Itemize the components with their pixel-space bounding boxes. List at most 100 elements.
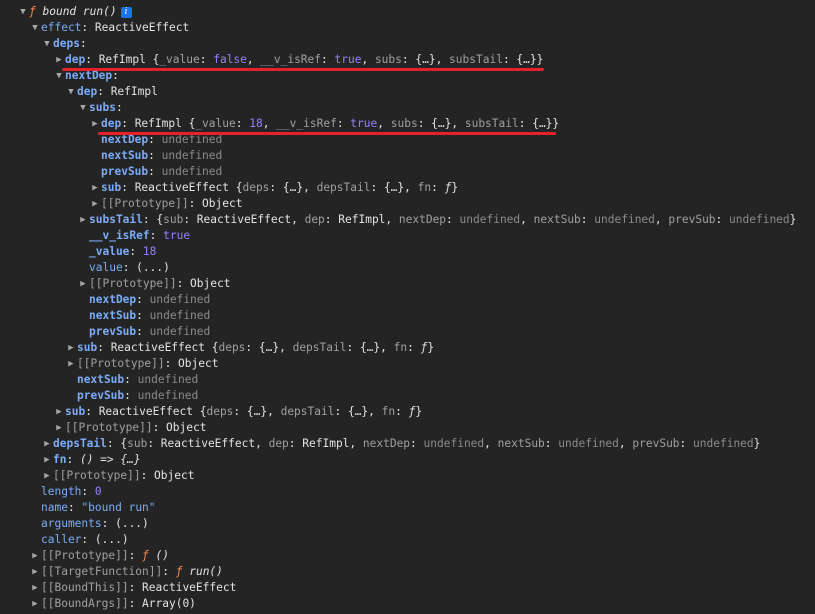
tree-row[interactable]: ▶ dep: RefImpl {_value: false, __v_isRef:… — [0, 52, 796, 68]
collapsed-arrow-icon[interactable]: ▶ — [89, 116, 101, 132]
tree-row[interactable]: ▶ sub: ReactiveEffect {deps: {…}, depsTai… — [0, 340, 796, 356]
token-undef: undefined — [149, 309, 211, 322]
tree-row[interactable]: ▶ dep: RefImpl {_value: 18, __v_isRef: tr… — [0, 116, 796, 132]
tree-row[interactable]: ▶ [[Prototype]]: ƒ () — [0, 548, 796, 564]
token-preview: : — [124, 373, 138, 386]
collapsed-arrow-icon[interactable]: ▶ — [53, 52, 65, 68]
token-preview: : {…}, — [346, 341, 394, 354]
token-key-dim: [[BoundArgs]] — [41, 597, 129, 610]
token-key-dim: depsTail — [280, 405, 335, 418]
token-key-own: prevSub — [101, 165, 149, 178]
collapsed-arrow-icon[interactable]: ▶ — [77, 276, 89, 292]
expanded-arrow-icon[interactable]: ▼ — [29, 20, 41, 36]
token-preview: : {…}, — [334, 405, 382, 418]
token-preview: : — [148, 149, 162, 162]
tree-row[interactable]: ▶ subsTail: {sub: ReactiveEffect, dep: Re… — [0, 212, 796, 228]
token-preview: : — [81, 485, 95, 498]
arrow-spacer — [65, 388, 77, 404]
expanded-arrow-icon[interactable]: ▼ — [77, 100, 89, 116]
tree-row[interactable]: ▶ [[Prototype]]: Object — [0, 420, 796, 436]
tree-row[interactable]: ▶ fn: () => {…} — [0, 452, 796, 468]
token-str: "bound run" — [81, 501, 156, 514]
expanded-arrow-icon[interactable]: ▼ — [41, 36, 53, 52]
tree-row[interactable]: ▶ [[Prototype]]: Object — [0, 468, 796, 484]
token-undef: undefined — [594, 213, 655, 226]
token-preview: : (...) — [122, 261, 170, 274]
tree-row[interactable]: ▼ deps: — [0, 36, 796, 52]
collapsed-arrow-icon[interactable]: ▶ — [65, 356, 77, 372]
tree-row[interactable]: ▶ depsTail: {sub: ReactiveEffect, dep: Re… — [0, 436, 796, 452]
tree-row[interactable]: ▼ dep: RefImpl — [0, 84, 796, 100]
tree-row[interactable]: ▶ [[BoundThis]]: ReactiveEffect — [0, 580, 796, 596]
token-preview: } — [427, 341, 435, 354]
token-preview: , — [654, 213, 669, 226]
token-preview: : — [395, 405, 409, 418]
collapsed-arrow-icon[interactable]: ▶ — [41, 436, 53, 452]
collapsed-arrow-icon[interactable]: ▶ — [53, 404, 65, 420]
token-preview: : ReactiveEffect { — [97, 341, 219, 354]
tree-row[interactable]: ▶ [[Prototype]]: Object — [0, 196, 796, 212]
expanded-arrow-icon[interactable]: ▼ — [17, 4, 29, 20]
object-inspector-tree: ▼ ƒ bound run() i ▼ effect: ReactiveEffect ▼ d… — [0, 4, 796, 612]
tree-row[interactable]: ▶ sub: ReactiveEffect {deps: {…}, depsTai… — [0, 180, 796, 196]
token-preview: : ReactiveEffect { — [85, 405, 207, 418]
token-undef: undefined — [149, 325, 211, 338]
token-preview: : — [446, 213, 460, 226]
token-bool: true — [350, 117, 378, 130]
token-undef: undefined — [459, 213, 521, 226]
token-key-dim: prevSub — [668, 213, 716, 226]
tree-row[interactable]: ▶ [[TargetFunction]]: ƒ run() — [0, 564, 796, 580]
collapsed-arrow-icon[interactable]: ▶ — [65, 340, 77, 356]
token-preview: : — [321, 53, 335, 66]
token-preview: : Object — [164, 357, 219, 370]
tree-row[interactable]: ▶ [[Prototype]]: Object — [0, 276, 796, 292]
token-key-own: prevSub — [89, 325, 137, 338]
token-preview: , — [377, 117, 391, 130]
token-key-dim: fn — [381, 405, 396, 418]
token-undef: undefined — [137, 373, 199, 386]
token-preview: : — [580, 213, 595, 226]
tree-row: length: 0 — [0, 484, 796, 500]
token-preview: : ReactiveEffect, — [147, 437, 269, 450]
collapsed-arrow-icon[interactable]: ▶ — [77, 212, 89, 228]
tree-row[interactable]: ▼ effect: ReactiveEffect — [0, 20, 796, 36]
collapsed-arrow-icon[interactable]: ▶ — [89, 196, 101, 212]
tree-row[interactable]: ▼ ƒ bound run() i — [0, 4, 796, 20]
collapsed-arrow-icon[interactable]: ▶ — [29, 564, 41, 580]
tree-row[interactable]: ▶ [[Prototype]]: Object — [0, 356, 796, 372]
token-key-own: dep — [65, 53, 86, 66]
token-key-plain: name — [41, 501, 68, 514]
tree-row[interactable]: ▼ subs: — [0, 100, 796, 116]
expanded-arrow-icon[interactable]: ▼ — [65, 84, 77, 100]
collapsed-arrow-icon[interactable]: ▶ — [53, 420, 65, 436]
token-preview: : — [136, 309, 150, 322]
token-preview: : — [544, 437, 559, 450]
token-preview: : — [162, 565, 176, 578]
collapsed-arrow-icon[interactable]: ▶ — [29, 548, 41, 564]
token-num: 18 — [249, 117, 263, 130]
token-preview: : {…}, — [401, 53, 450, 66]
token-key-own: nextSub — [89, 309, 137, 322]
tree-row[interactable]: ▶ [[BoundArgs]]: Array(0) — [0, 596, 796, 612]
token-preview: : — [124, 389, 138, 402]
arrow-spacer — [29, 484, 41, 500]
info-icon[interactable]: i — [120, 6, 132, 18]
token-preview: , — [246, 53, 261, 66]
token-key-dim: nextSub — [497, 437, 545, 450]
collapsed-arrow-icon[interactable]: ▶ — [41, 468, 53, 484]
collapsed-arrow-icon[interactable]: ▶ — [89, 180, 101, 196]
token-preview: , — [520, 213, 534, 226]
token-preview: : — [336, 117, 351, 130]
token-undef: undefined — [729, 213, 790, 226]
token-key-dim: prevSub — [632, 437, 680, 450]
token-preview: : — [715, 213, 730, 226]
token-key-dim: subsTail — [464, 117, 519, 130]
token-key-own: nextSub — [77, 373, 125, 386]
arrow-spacer — [77, 244, 89, 260]
collapsed-arrow-icon[interactable]: ▶ — [29, 596, 41, 612]
collapsed-arrow-icon[interactable]: ▶ — [29, 580, 41, 596]
token-key-own: dep — [101, 117, 122, 130]
token-bool: true — [334, 53, 362, 66]
collapsed-arrow-icon[interactable]: ▶ — [41, 452, 53, 468]
tree-row[interactable]: ▶ sub: ReactiveEffect {deps: {…}, depsTai… — [0, 404, 796, 420]
